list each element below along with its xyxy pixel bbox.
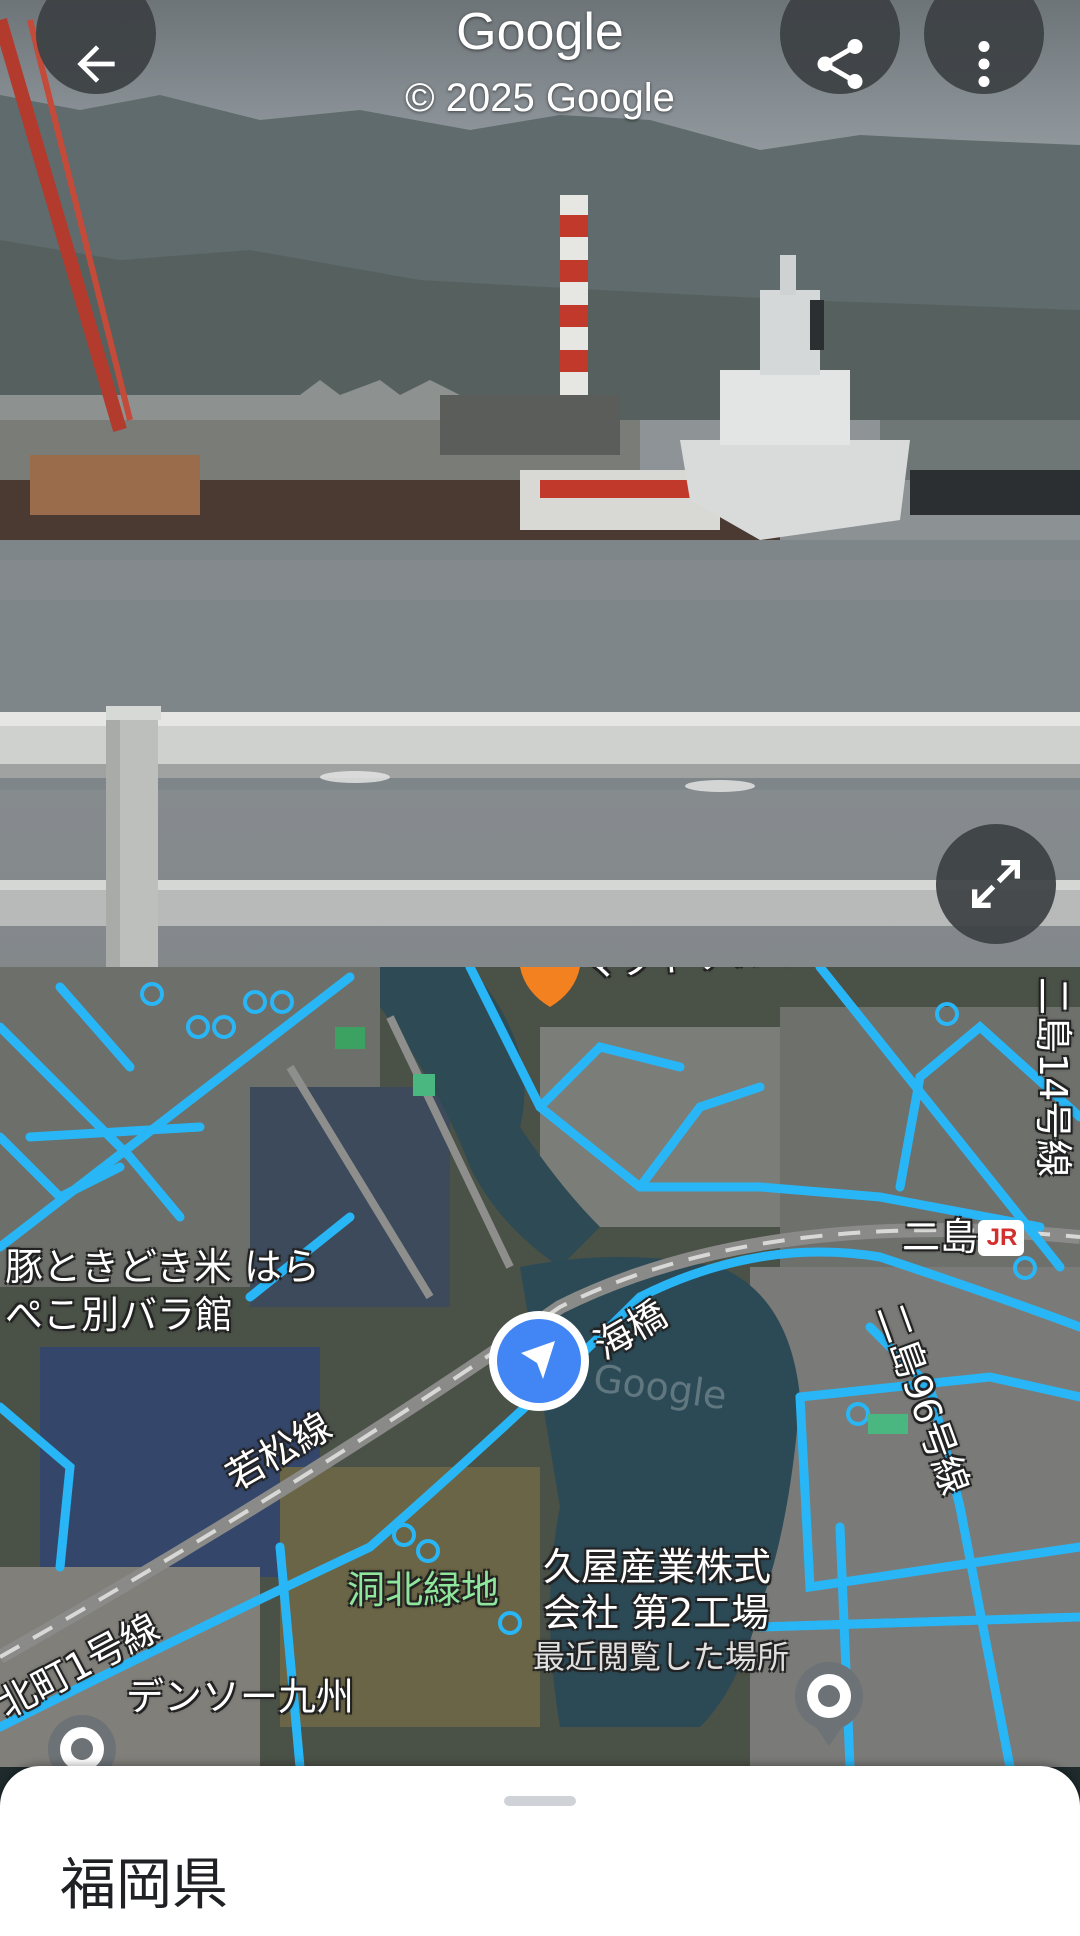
bottom-sheet[interactable]: 福岡県 [0,1766,1080,1936]
more-vert-icon [978,41,990,87]
current-location-marker[interactable] [489,1311,589,1411]
poi-label-factory-2[interactable]: 会社 第2工場 [543,1590,769,1636]
expand-button[interactable] [936,824,1056,944]
expand-icon [972,860,1020,908]
park-label[interactable]: 洞北緑地 [347,1567,499,1613]
arrow-left-icon [77,45,115,83]
share-icon [817,39,863,89]
place-title: 福岡県 [60,1853,228,1918]
poi-label-denso[interactable]: デンソー九州 [126,1674,354,1720]
street-view-title: Google [456,3,624,61]
station-label[interactable]: 二島 [902,1214,978,1260]
street-view-image [0,18,1080,967]
place-pin-factory[interactable] [794,1660,864,1748]
recently-viewed-label: 最近閲覧した場所 [533,1638,790,1676]
copyright-text: © 2025 Google [405,76,675,120]
drag-handle[interactable] [504,1796,576,1806]
route-label-14: 二島14号線 [1031,977,1075,1178]
map-view[interactable]: Google マクドナルド 豚ときどき米 はら ぺこ別バラ館 海橋 若松線 二島… [0,967,1080,1767]
poi-label-factory[interactable]: 久屋産業株式 [543,1544,771,1590]
poi-label-restaurant[interactable]: 豚ときどき米 はら [5,1244,320,1290]
street-view-panel[interactable]: Google © 2025 Google [0,0,1080,967]
poi-label-restaurant-2[interactable]: ぺこ別バラ館 [5,1292,233,1338]
jr-badge: JR [986,1224,1018,1251]
